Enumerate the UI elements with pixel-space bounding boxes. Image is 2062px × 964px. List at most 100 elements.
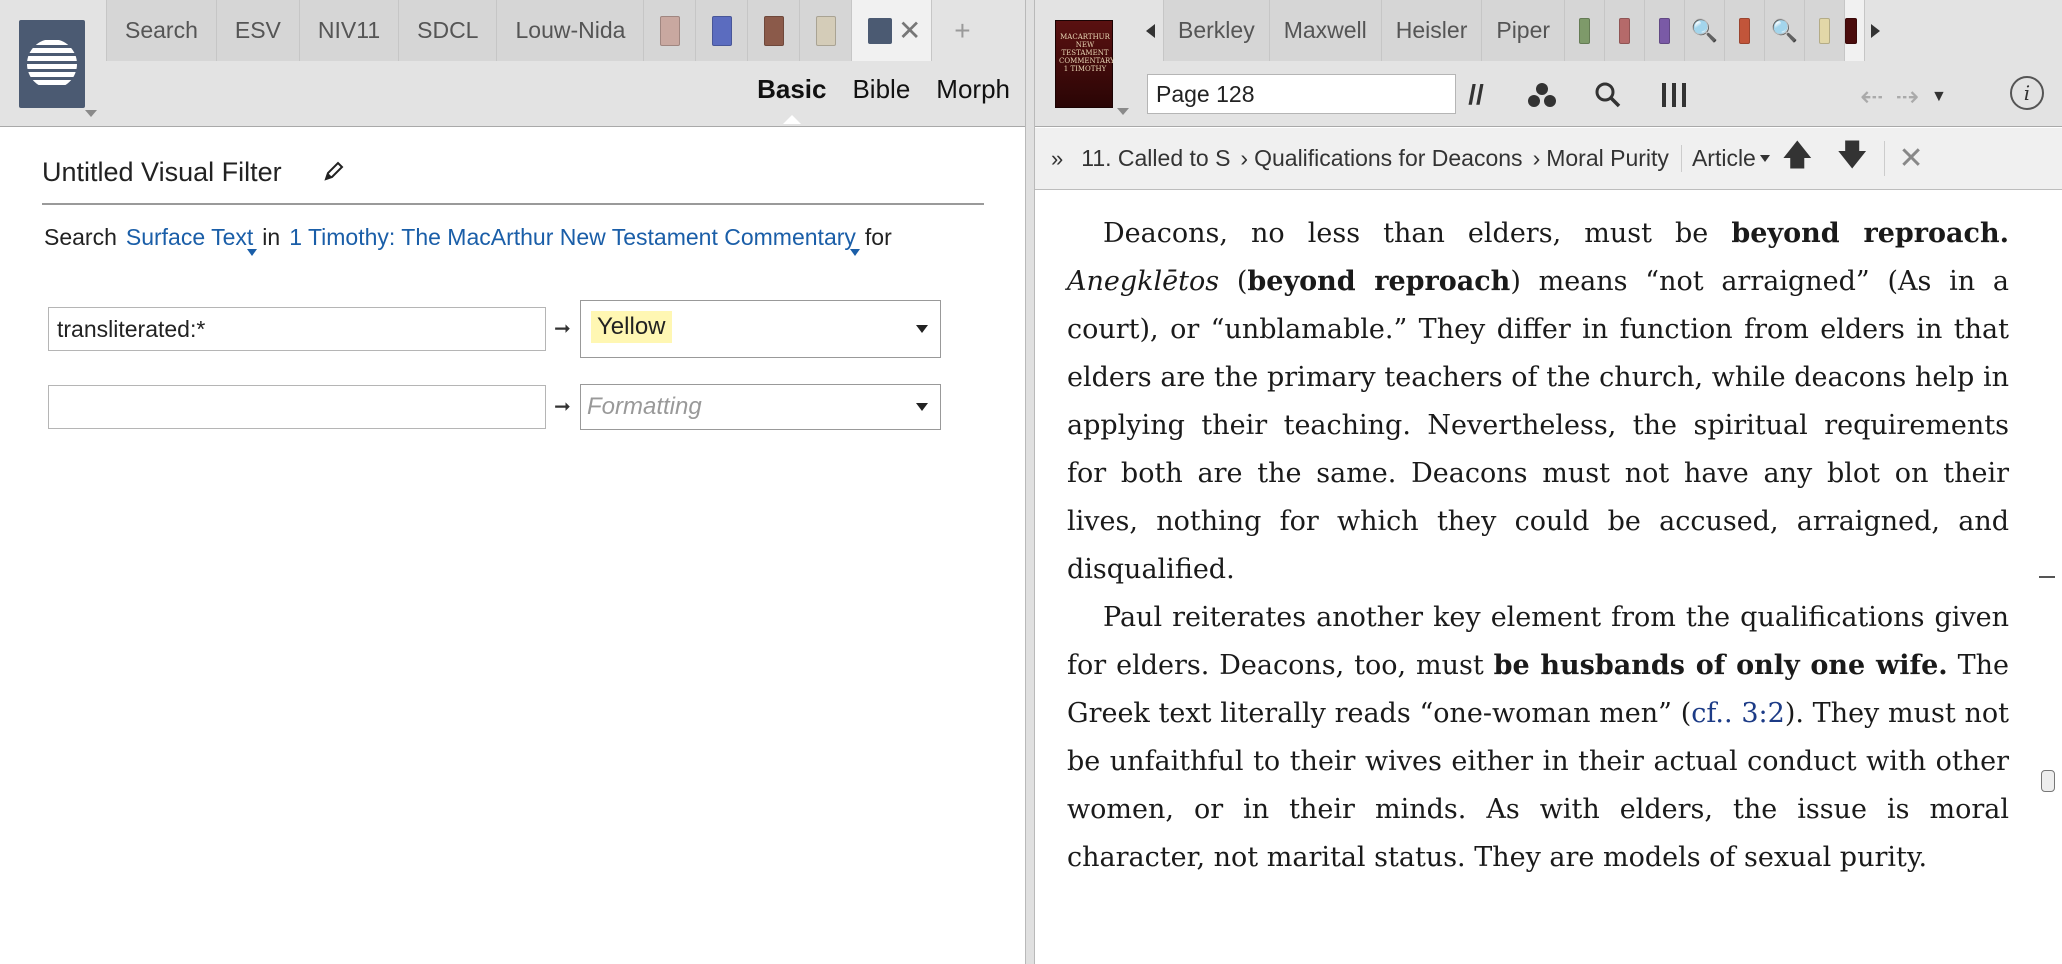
resource-dropdown[interactable]: 1 Timothy: The MacArthur New Testament C… [289, 224, 860, 256]
expand-toc-icon[interactable]: » [1035, 146, 1075, 172]
panel-menu[interactable] [0, 0, 106, 127]
in-label: in [262, 224, 281, 250]
page-reference-input[interactable]: Page 128 [1147, 74, 1456, 114]
tab-niv11[interactable]: NIV11 [299, 0, 400, 61]
tab-heisler[interactable]: Heisler [1381, 0, 1483, 61]
resource-label: 1 Timothy: The MacArthur New Testament C… [289, 224, 856, 250]
tab-berkley[interactable]: Berkley [1163, 0, 1270, 61]
tab-search-result[interactable]: 🔍 [1685, 0, 1726, 61]
tab-book-1[interactable] [644, 0, 697, 61]
logos-logo-icon[interactable] [19, 20, 85, 108]
tab-maxwell[interactable]: Maxwell [1269, 0, 1382, 61]
book-icon [763, 15, 784, 46]
visual-filter-icon [868, 17, 893, 44]
tab-book-3[interactable] [748, 0, 801, 61]
tab-louw-nida[interactable]: Louw-Nida [497, 0, 645, 61]
forward-arrow-icon[interactable]: ⇢ [1895, 80, 1918, 113]
paragraph: Paul reiterates another key element from… [1067, 594, 2009, 882]
search-icon[interactable] [1585, 74, 1631, 116]
tab-book[interactable] [1805, 0, 1846, 61]
breadcrumb-item[interactable]: 11. Called to S [1075, 145, 1236, 172]
bold-text: beyond reproach. [1731, 218, 2009, 249]
italic-text: Anegklētos [1067, 266, 1220, 297]
tab-book-4[interactable] [800, 0, 853, 61]
breadcrumb: » 11. Called to S › Qualifications for D… [1035, 128, 2062, 190]
bold-text: be husbands of only one wife. [1493, 650, 1948, 681]
mode-basic[interactable]: Basic [757, 74, 826, 124]
rule-query-input[interactable]: transliterated:* [48, 307, 546, 351]
visual-filter-panel: Search ESV NIV11 SDCL Louw-Nida ✕ + Basi… [0, 0, 1025, 964]
search-criteria-row: Search Surface Text in 1 Timothy: The Ma… [44, 224, 892, 256]
tab-piper[interactable]: Piper [1482, 0, 1566, 61]
for-label: for [864, 224, 892, 250]
book-icon [815, 15, 836, 46]
scrollbar-thumb[interactable] [2041, 770, 2055, 792]
left-panel-header: Search ESV NIV11 SDCL Louw-Nida ✕ + Basi… [0, 0, 1025, 127]
scripture-reference-link[interactable]: cf.. 3:2 [1691, 698, 1785, 729]
left-tab-strip: Search ESV NIV11 SDCL Louw-Nida ✕ + [106, 0, 992, 61]
search-label: Search [44, 224, 117, 250]
breadcrumb-separator-icon: › [1240, 145, 1249, 171]
reader-content: Deacons, no less than elders, must be be… [1067, 210, 2009, 882]
paragraph-text: ) means “not arraigned” (As in a court),… [1067, 266, 2009, 585]
reader-toolbar: // [1453, 74, 1697, 116]
book-icon [1819, 17, 1831, 44]
pencil-icon[interactable] [322, 159, 346, 183]
reader-panel: MACARTHUR NEW TESTAMENT COMMENTARY 1 TIM… [1035, 0, 2062, 964]
tab-book[interactable] [1645, 0, 1686, 61]
rule-format-select[interactable]: Formatting [580, 384, 941, 430]
arrow-right-icon: ➞ [554, 318, 571, 340]
chevron-down-icon [916, 325, 928, 333]
tab-search[interactable]: Search [106, 0, 217, 61]
breadcrumb-separator-icon: › [1532, 145, 1541, 171]
book-icon [1739, 17, 1751, 44]
book-icon [1619, 17, 1631, 44]
info-icon[interactable]: i [2010, 76, 2044, 110]
format-value: Yellow [591, 311, 672, 343]
resource-cover[interactable]: MACARTHUR NEW TESTAMENT COMMENTARY 1 TIM… [1055, 20, 1115, 108]
mode-bible[interactable]: Bible [852, 74, 910, 105]
scroll-tabs-right-icon[interactable] [1871, 23, 1881, 38]
next-article-icon[interactable]: 🡇 [1825, 133, 1880, 184]
panel-menu-caret-icon[interactable] [85, 110, 97, 117]
history-dropdown-icon[interactable]: ▼ [1931, 88, 1947, 106]
book-icon [1659, 17, 1671, 44]
tab-book[interactable] [1605, 0, 1646, 61]
tab-active-resource[interactable] [1845, 0, 1866, 61]
previous-article-icon[interactable]: 🡅 [1770, 133, 1825, 184]
mode-switch: Basic Bible Morph [757, 74, 1010, 124]
visual-filters-icon[interactable] [1519, 74, 1565, 116]
scroll-tabs-left-icon[interactable] [1146, 23, 1155, 38]
rule-format-select[interactable]: Yellow [580, 300, 941, 358]
search-field-dropdown[interactable]: Surface Text [126, 224, 258, 256]
mode-morph[interactable]: Morph [936, 74, 1010, 105]
search-icon: 🔍 [1690, 17, 1719, 43]
rule-query-input[interactable] [48, 385, 546, 429]
format-placeholder: Formatting [587, 393, 702, 420]
close-breadcrumb-icon[interactable]: ✕ [1883, 141, 1938, 176]
panel-view-icon[interactable] [1651, 74, 1697, 116]
breadcrumb-item[interactable]: Moral Purity [1540, 145, 1675, 172]
add-tab-button[interactable]: + [932, 0, 992, 61]
back-arrow-icon[interactable]: ⇠ [1860, 80, 1883, 113]
tab-sdcl[interactable]: SDCL [399, 0, 498, 61]
tab-search-result[interactable]: 🔍 [1765, 0, 1806, 61]
cover-text: MACARTHUR NEW TESTAMENT COMMENTARY 1 TIM… [1059, 33, 1115, 73]
resource-menu-caret-icon[interactable] [1117, 108, 1129, 115]
tab-esv[interactable]: ESV [216, 0, 300, 61]
tab-book[interactable] [1725, 0, 1766, 61]
arrow-right-icon: ➞ [554, 396, 571, 418]
article-label: Article [1691, 145, 1756, 171]
parallel-resources-icon[interactable]: // [1453, 74, 1499, 116]
tab-book[interactable] [1565, 0, 1606, 61]
tab-book-2[interactable] [696, 0, 749, 61]
panel-divider[interactable] [1025, 0, 1035, 964]
paragraph: Deacons, no less than elders, must be be… [1067, 210, 2009, 594]
tab-visual-filter[interactable]: ✕ [852, 0, 933, 61]
close-tab-icon[interactable]: ✕ [898, 14, 921, 47]
book-icon [1579, 17, 1591, 44]
article-dropdown[interactable]: Article [1680, 145, 1770, 172]
filter-title[interactable]: Untitled Visual Filter [42, 157, 282, 187]
breadcrumb-item[interactable]: Qualifications for Deacons [1248, 145, 1528, 172]
chevron-down-icon [916, 403, 928, 411]
